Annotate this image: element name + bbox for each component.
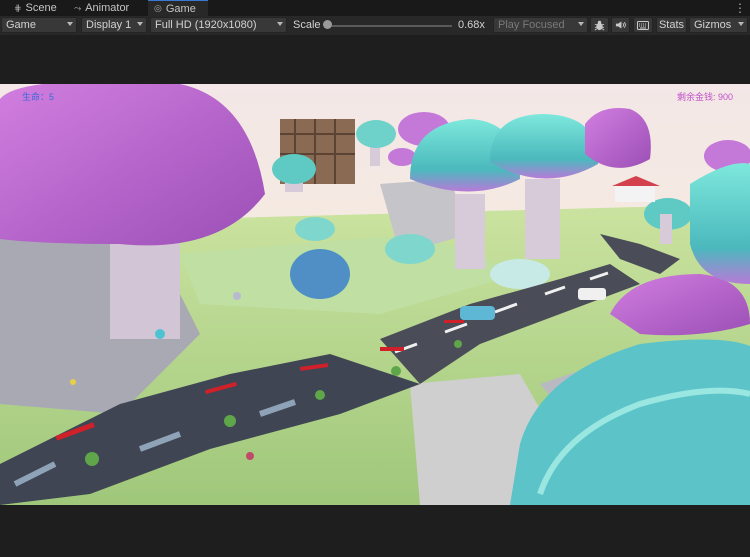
chevron-down-icon [277,22,283,26]
tab-game[interactable]: ◎ Game [148,0,208,16]
gizmos-dropdown[interactable]: Gizmos [689,17,748,33]
editor-tab-bar: ⋕ Scene ⤳ Animator ◎ Game ⋮ [0,0,750,17]
chevron-down-icon [738,22,744,26]
money-label: 剩余金钱: 900 [677,92,734,102]
mute-audio-icon[interactable] [611,17,630,33]
game-toolbar: Game Display 1 Full HD (1920x1080) Scale… [0,16,750,36]
game-render[interactable] [0,84,750,505]
resolution-dropdown[interactable]: Full HD (1920x1080) [150,17,287,33]
bug-icon[interactable] [590,17,609,33]
chevron-down-icon [67,22,73,26]
tab-scene[interactable]: ⋕ Scene [8,0,63,16]
chevron-down-icon [137,22,143,26]
gizmos-label: Gizmos [694,19,732,31]
gamepad-icon: ◎ [154,3,162,13]
display-dropdown[interactable]: Display 1 [81,17,147,33]
tab-scene-label: Scene [25,2,57,14]
more-options-icon[interactable]: ⋮ [734,1,746,15]
lives-label: 生命：5 [22,92,55,102]
play-focused-value: Play Focused [498,19,565,31]
keyboard-icon[interactable] [633,17,653,33]
scale-value: 0.68x [458,19,485,31]
tab-animator-label: Animator [85,2,130,14]
stats-button[interactable]: Stats [656,17,687,33]
animator-icon: ⤳ [74,2,82,13]
tab-animator[interactable]: ⤳ Animator [68,0,135,16]
game-scene-illustration [0,84,750,505]
display-value: Display 1 [86,19,132,31]
play-focused-dropdown[interactable]: Play Focused [493,17,588,33]
tab-game-label: Game [165,2,196,15]
scale-slider-track[interactable] [327,25,452,27]
grid-icon: ⋕ [14,2,22,13]
scale-label: Scale [293,19,321,31]
resolution-value: Full HD (1920x1080) [155,19,257,31]
scale-slider-handle[interactable] [323,20,332,29]
chevron-down-icon [578,22,584,26]
view-type-dropdown[interactable]: Game [1,17,77,33]
view-type-value: Game [6,19,36,31]
